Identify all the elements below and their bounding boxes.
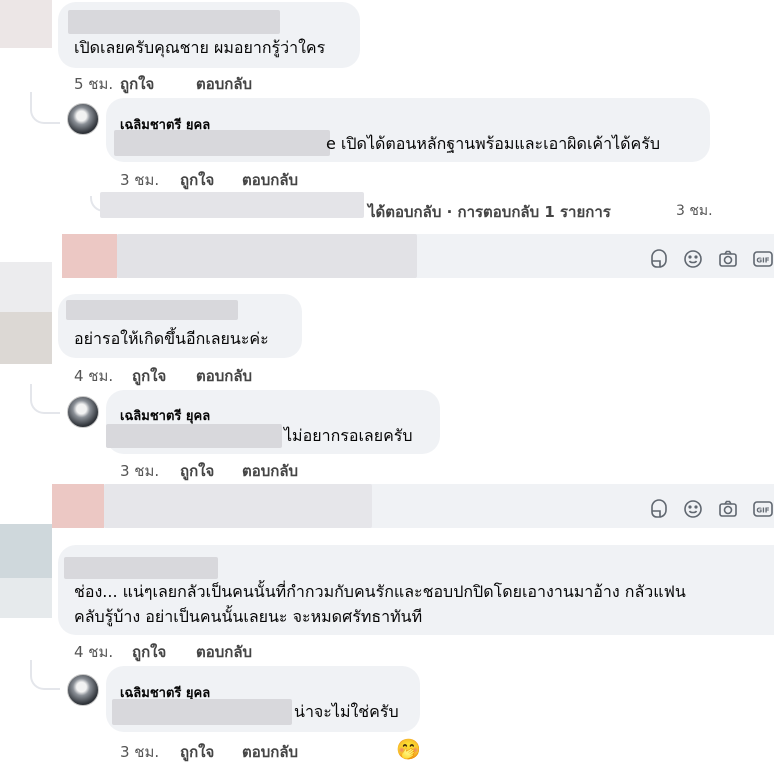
camera-icon[interactable] [717,248,739,270]
avatar[interactable] [67,674,99,706]
like-button[interactable]: ถูกใจ [180,740,214,764]
sidebar-block [0,262,52,312]
reply-author[interactable]: เฉลิมชาตรี ยุคล [120,405,210,426]
reply-time[interactable]: 3 ชม. [120,459,159,483]
redacted-text [114,130,330,156]
sticker-icon[interactable] [648,248,670,270]
reply-button[interactable]: ตอบกลับ [196,72,252,96]
like-button[interactable]: ถูกใจ [120,72,154,96]
comment-text-line1: ช่อง... แน่ๆเลยกลัวเป็นคนนั้นที่กำกวมกับ… [74,582,686,601]
author-name-redacted [68,10,280,34]
redacted-text [117,234,417,278]
hand-over-mouth-emoji-icon: 🤭 [396,737,421,761]
comment-time[interactable]: 5 ชม. [74,72,113,96]
comment-time[interactable]: 4 ชม. [74,364,113,388]
like-button[interactable]: ถูกใจ [180,168,214,192]
camera-icon[interactable] [717,498,739,520]
sticker-icon[interactable] [648,498,670,520]
comment-text: เปิดเลยครับคุณชาย ผมอยากรู้ว่าใคร [74,38,326,57]
like-button[interactable]: ถูกใจ [132,364,166,388]
input-avatar-redacted [62,234,117,278]
comment-time[interactable]: 4 ชม. [74,640,113,664]
like-button[interactable]: ถูกใจ [132,640,166,664]
avatar[interactable] [67,396,99,428]
redacted-text [106,424,282,448]
reply-button[interactable]: ตอบกลับ [196,364,252,388]
reply-button[interactable]: ตอบกลับ [196,640,252,664]
thread-line [30,384,60,414]
thread-line [30,660,60,690]
sidebar-block [0,0,52,48]
thread-line [30,92,60,124]
emoji-icon[interactable] [682,498,704,520]
reply-button[interactable]: ตอบกลับ [242,740,298,764]
sidebar-block [0,578,52,618]
gif-label: GIF [756,257,769,265]
input-avatar-redacted [52,484,104,528]
reply-text: e เปิดได้ตอนหลักฐานพร้อมและเอาผิดเค้าได้… [326,134,660,153]
reply-text: น่าจะไม่ใช่ครับ [294,702,399,721]
author-name-redacted [64,557,218,579]
more-replies-label[interactable]: ได้ตอบกลับ · การตอบกลับ 1 รายการ [368,200,611,224]
comment-text: อย่ารอให้เกิดขึ้นอีกเลยนะค่ะ [74,329,269,348]
redacted-text [104,484,372,528]
reply-text: ไม่อยากรอเลยครับ [284,426,413,445]
avatar[interactable] [67,103,99,135]
author-name-redacted [66,300,238,320]
gif-label: GIF [756,507,769,515]
redacted-text [112,699,292,725]
gif-icon[interactable]: GIF [752,248,774,270]
comment-text-line2: คลับรู้บ้าง อย่าเป็นคนนั้นเลยนะ จะหมดศรั… [74,607,423,626]
emoji-icon[interactable] [682,248,704,270]
reply-button[interactable]: ตอบกลับ [242,168,298,192]
sidebar-block [0,524,52,578]
like-button[interactable]: ถูกใจ [180,459,214,483]
redacted-name [100,192,364,218]
reply-time[interactable]: 3 ชม. [120,740,159,764]
more-replies-time: 3 ชม. [676,203,713,219]
reply-button[interactable]: ตอบกลับ [242,459,298,483]
gif-icon[interactable]: GIF [752,498,774,520]
sidebar-block [0,312,52,364]
reply-time[interactable]: 3 ชม. [120,168,159,192]
